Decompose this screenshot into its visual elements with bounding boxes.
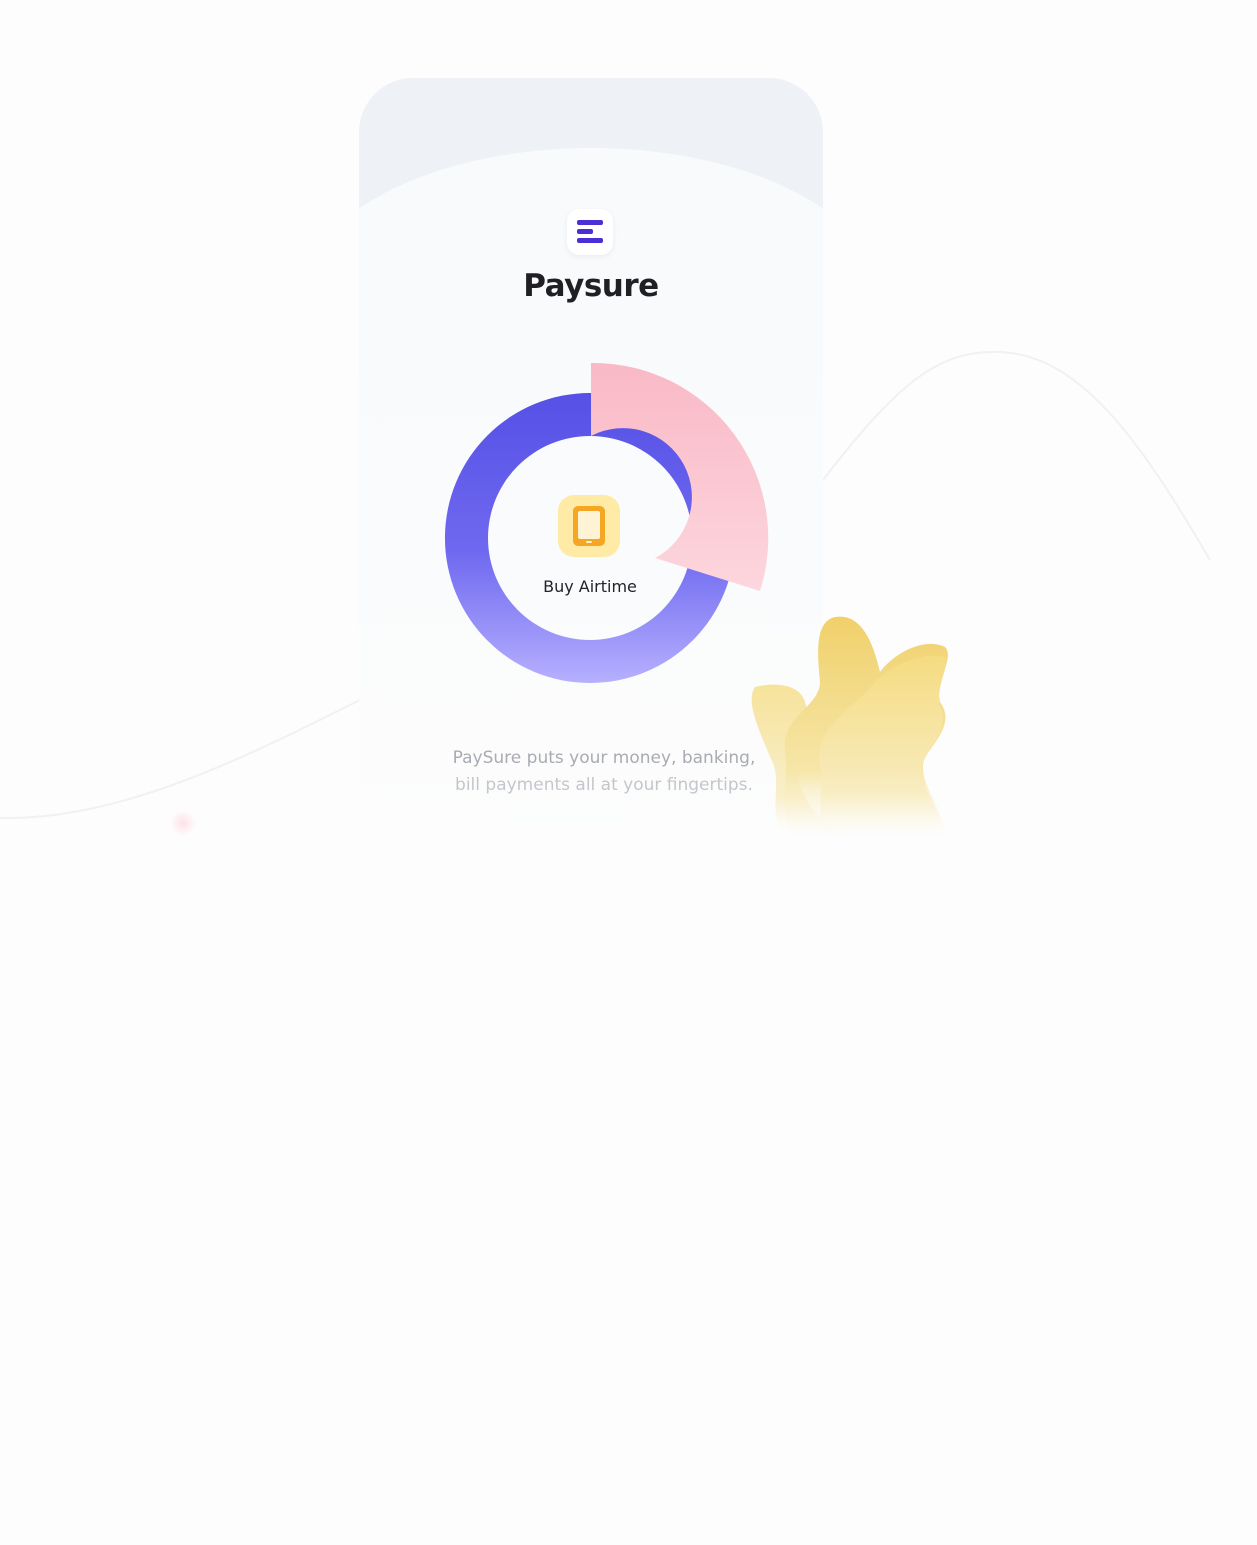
smartphone-icon	[573, 506, 605, 546]
brand-title: Paysure	[523, 268, 659, 304]
buy-airtime-tile[interactable]	[558, 495, 620, 557]
tagline-line-1: PaySure puts your money, banking,	[452, 748, 756, 768]
tagline: PaySure puts your money, banking, bill p…	[430, 745, 778, 799]
decorative-blob	[751, 616, 948, 837]
paysure-logo-icon	[577, 220, 603, 243]
app-logo	[567, 209, 613, 255]
buy-airtime-label: Buy Airtime	[543, 577, 637, 596]
tagline-line-2: bill payments all at your fingertips.	[455, 775, 753, 795]
decorative-dot	[170, 810, 196, 836]
